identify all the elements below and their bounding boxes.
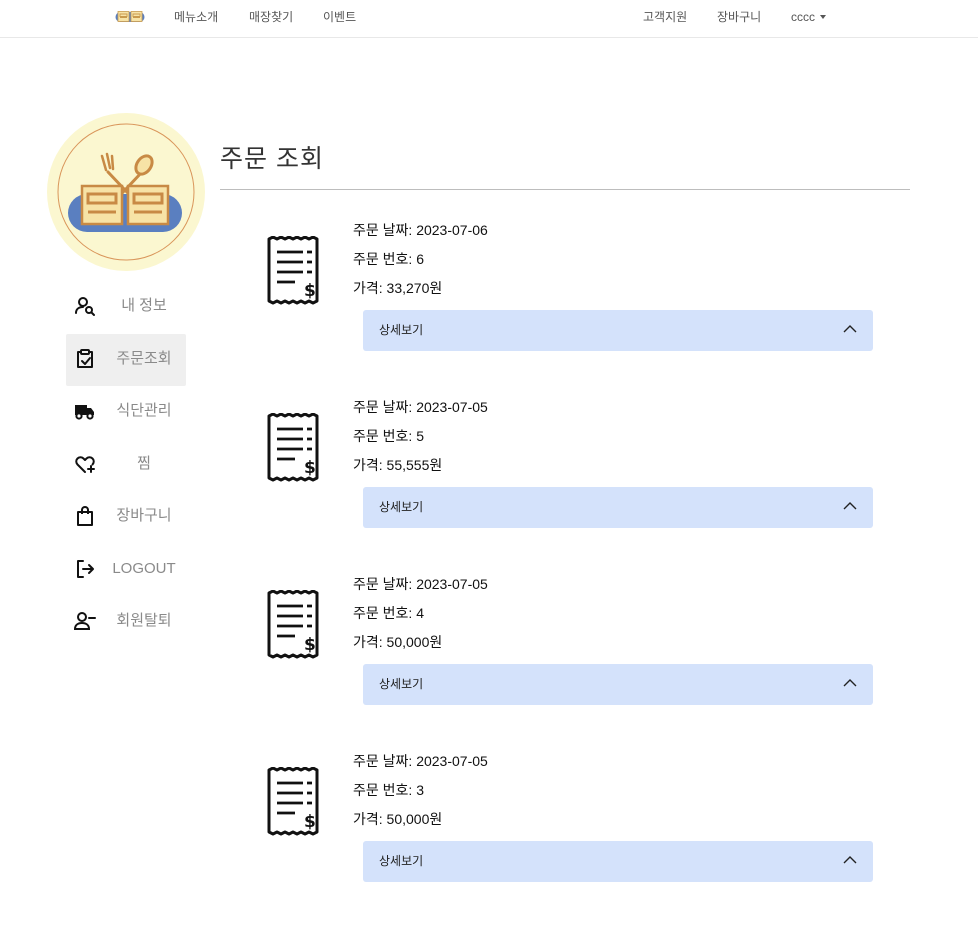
sidebar-item-label: 식단관리	[116, 402, 172, 419]
receipt-icon: $	[267, 767, 319, 836]
order-price: 가격: 33,270원	[353, 280, 443, 296]
chevron-up-icon	[843, 325, 857, 333]
title-divider	[220, 189, 910, 190]
page-title: 주문 조회	[220, 145, 324, 173]
sidebar-item-label: LOGOUT	[112, 560, 176, 577]
user-name: cccc	[791, 10, 815, 24]
svg-text:$: $	[304, 635, 316, 655]
user-dropdown[interactable]: cccc	[791, 10, 826, 24]
nav-store-link[interactable]: 매장찾기	[249, 10, 293, 24]
order-number: 주문 번호: 4	[353, 605, 424, 621]
detail-accordion-button[interactable]: 상세보기	[363, 487, 873, 528]
order-card: $ 주문 날짜: 2023-07-06 주문 번호: 6 가격: 33,270원…	[220, 218, 910, 388]
nav-menu-link[interactable]: 메뉴소개	[174, 10, 218, 24]
profile-logo	[47, 113, 205, 271]
truck-icon	[75, 405, 94, 420]
order-date: 주문 날짜: 2023-07-05	[353, 399, 488, 415]
user-minus-icon	[74, 612, 96, 630]
sidebar-item-label: 찜	[137, 455, 151, 472]
order-card: $ 주문 날짜: 2023-07-05 주문 번호: 3 가격: 50,000원…	[220, 749, 910, 919]
sidebar-item-label: 장바구니	[116, 507, 172, 524]
chevron-up-icon	[843, 679, 857, 687]
receipt-icon: $	[267, 236, 319, 305]
sidebar-item-label: 회원탈퇴	[116, 612, 172, 629]
caret-down-icon	[820, 15, 826, 19]
order-price: 가격: 50,000원	[353, 634, 443, 650]
detail-accordion-button[interactable]: 상세보기	[363, 664, 873, 705]
detail-button-label: 상세보기	[379, 500, 424, 514]
sidebar-item-label: 내 정보	[121, 297, 167, 314]
order-number: 주문 번호: 3	[353, 782, 424, 798]
user-search-icon	[75, 297, 95, 316]
detail-button-label: 상세보기	[379, 323, 424, 337]
order-date: 주문 날짜: 2023-07-05	[353, 753, 488, 769]
order-number: 주문 번호: 5	[353, 428, 424, 444]
nav-support-link[interactable]: 고객지원	[643, 10, 687, 24]
top-nav: 메뉴소개 매장찾기 이벤트 고객지원 장바구니 cccc	[0, 0, 978, 38]
sidebar-item-my-info[interactable]: 내 정보	[66, 281, 186, 333]
svg-text:$: $	[304, 812, 316, 832]
sidebar-item-order-history[interactable]: 주문조회	[66, 334, 186, 386]
chevron-up-icon	[843, 502, 857, 510]
sidebar-item-logout[interactable]: LOGOUT	[66, 544, 186, 596]
receipt-icon: $	[267, 590, 319, 659]
sidebar-item-withdraw[interactable]: 회원탈퇴	[66, 596, 186, 648]
shopping-bag-icon	[77, 506, 93, 526]
svg-text:$: $	[304, 281, 316, 301]
heart-plus-icon	[75, 456, 95, 473]
detail-accordion-button[interactable]: 상세보기	[363, 310, 873, 351]
order-date: 주문 날짜: 2023-07-06	[353, 222, 488, 238]
sidebar-item-wishlist[interactable]: 찜	[66, 439, 186, 491]
chevron-up-icon	[843, 856, 857, 864]
logo-icon[interactable]	[115, 11, 145, 23]
order-card: $ 주문 날짜: 2023-07-05 주문 번호: 4 가격: 50,000원…	[220, 572, 910, 742]
sidebar-item-label: 주문조회	[116, 350, 172, 367]
sidebar-item-diet[interactable]: 식단관리	[66, 386, 186, 438]
detail-button-label: 상세보기	[379, 677, 424, 691]
order-price: 가격: 55,555원	[353, 457, 443, 473]
order-card: $ 주문 날짜: 2023-07-05 주문 번호: 5 가격: 55,555원…	[220, 395, 910, 565]
order-number: 주문 번호: 6	[353, 251, 424, 267]
receipt-icon: $	[267, 413, 319, 482]
svg-text:$: $	[304, 458, 316, 478]
order-price: 가격: 50,000원	[353, 811, 443, 827]
sidebar-item-cart[interactable]: 장바구니	[66, 491, 186, 543]
logout-icon	[77, 560, 94, 578]
detail-button-label: 상세보기	[379, 854, 424, 868]
clipboard-check-icon	[77, 349, 93, 368]
nav-cart-link[interactable]: 장바구니	[717, 10, 761, 24]
detail-accordion-button[interactable]: 상세보기	[363, 841, 873, 882]
nav-event-link[interactable]: 이벤트	[323, 10, 356, 24]
order-date: 주문 날짜: 2023-07-05	[353, 576, 488, 592]
